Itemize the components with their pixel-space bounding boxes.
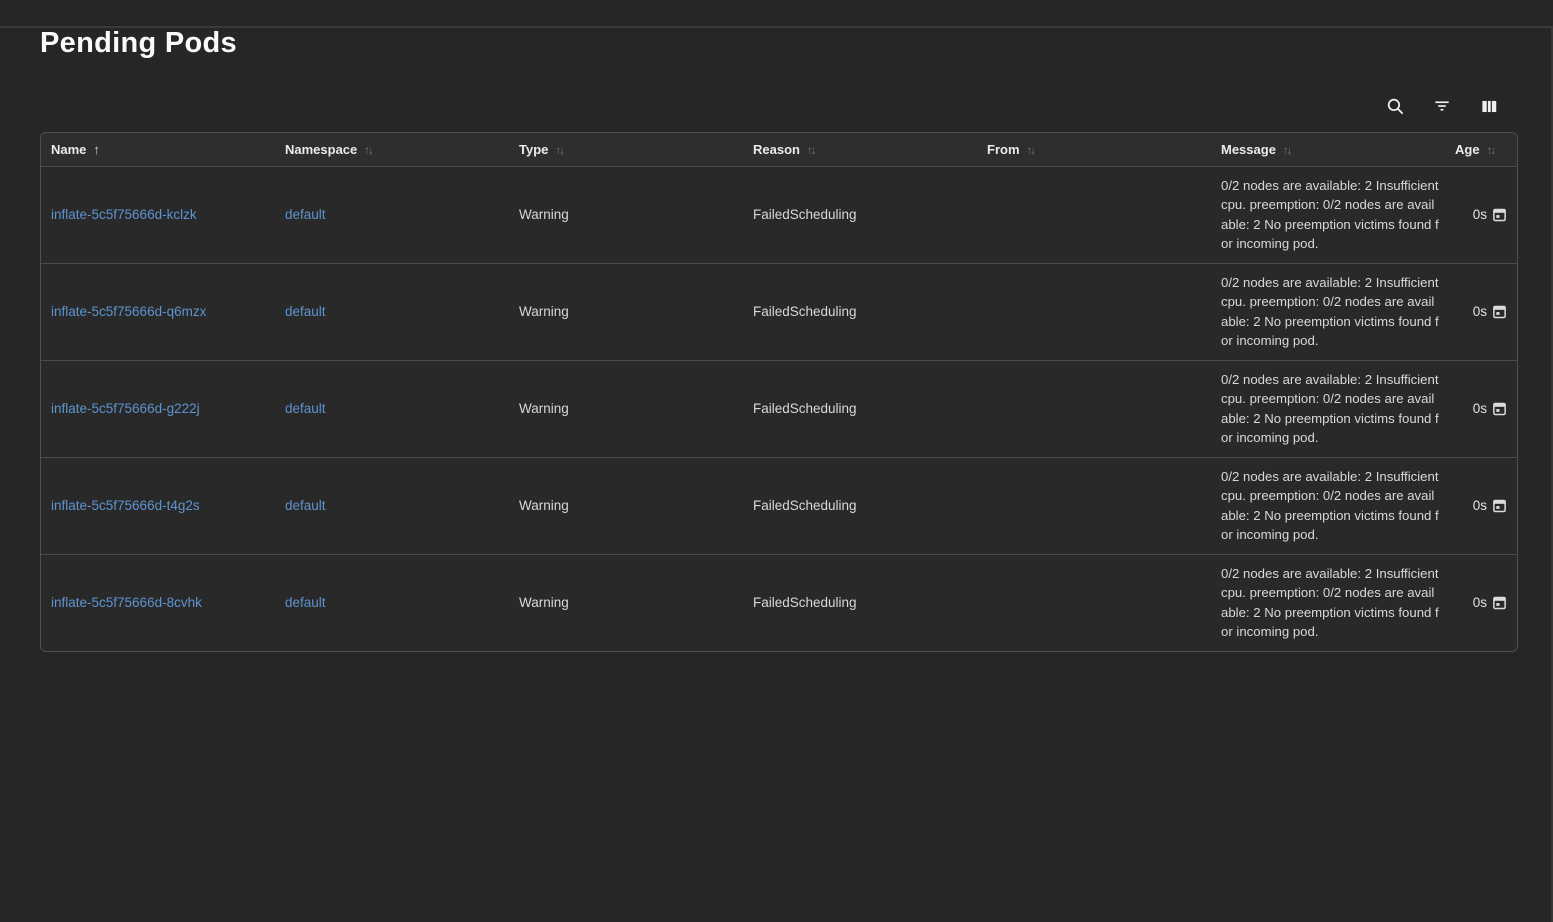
age-value: 0s [1473, 498, 1487, 513]
pending-pods-table: Name ↑ Namespace ↑↓ Type ↑↓ Reason ↑↓ From ↑↓… [40, 132, 1518, 652]
sort-arrows-icon: ↑↓ [555, 145, 563, 157]
cell-namespace: default [275, 457, 509, 554]
columns-icon [1480, 97, 1499, 116]
pod-name-link[interactable]: inflate-5c5f75666d-q6mzx [51, 304, 206, 319]
cell-name: inflate-5c5f75666d-8cvhk [41, 554, 275, 651]
cell-reason: FailedScheduling [743, 457, 977, 554]
age-value: 0s [1473, 304, 1487, 319]
message-text: 0/2 nodes are available: 2 Insufficient … [1221, 273, 1441, 351]
column-header-label: Namespace [285, 142, 357, 157]
cell-from [977, 457, 1211, 554]
table-header-row: Name ↑ Namespace ↑↓ Type ↑↓ Reason ↑↓ From ↑↓… [41, 133, 1517, 166]
pod-name-link[interactable]: inflate-5c5f75666d-t4g2s [51, 498, 200, 513]
column-header-type[interactable]: Type ↑↓ [509, 133, 743, 166]
filter-icon [1432, 96, 1452, 116]
sort-arrows-icon: ↑↓ [1283, 145, 1291, 157]
namespace-link[interactable]: default [285, 595, 326, 610]
calendar-icon [1492, 498, 1507, 513]
search-icon [1385, 96, 1406, 117]
cell-name: inflate-5c5f75666d-g222j [41, 360, 275, 457]
cell-message: 0/2 nodes are available: 2 Insufficient … [1211, 263, 1445, 360]
column-header-name[interactable]: Name ↑ [41, 133, 275, 166]
cell-reason: FailedScheduling [743, 360, 977, 457]
age-value: 0s [1473, 207, 1487, 222]
table-row: inflate-5c5f75666d-kclzk default Warning… [41, 166, 1517, 263]
page-top-edge [0, 26, 1553, 28]
cell-type: Warning [509, 263, 743, 360]
namespace-link[interactable]: default [285, 498, 326, 513]
column-header-label: Message [1221, 142, 1276, 157]
cell-reason: FailedScheduling [743, 263, 977, 360]
column-header-reason[interactable]: Reason ↑↓ [743, 133, 977, 166]
cell-type: Warning [509, 360, 743, 457]
pod-name-link[interactable]: inflate-5c5f75666d-g222j [51, 401, 200, 416]
sort-arrows-icon: ↑↓ [1027, 145, 1035, 157]
pod-name-link[interactable]: inflate-5c5f75666d-8cvhk [51, 595, 202, 610]
cell-message: 0/2 nodes are available: 2 Insufficient … [1211, 457, 1445, 554]
page-title: Pending Pods [40, 26, 1553, 60]
table-row: inflate-5c5f75666d-8cvhk default Warning… [41, 554, 1517, 651]
age-value: 0s [1473, 401, 1487, 416]
message-text: 0/2 nodes are available: 2 Insufficient … [1221, 370, 1441, 448]
cell-age: 0s [1445, 263, 1517, 360]
column-header-age[interactable]: Age ↑↓ [1445, 133, 1517, 166]
column-header-label: Name [51, 142, 86, 157]
column-header-label: Age [1455, 142, 1480, 157]
calendar-icon [1492, 595, 1507, 610]
table-row: inflate-5c5f75666d-t4g2s default Warning… [41, 457, 1517, 554]
cell-from [977, 360, 1211, 457]
cell-type: Warning [509, 457, 743, 554]
cell-type: Warning [509, 166, 743, 263]
cell-message: 0/2 nodes are available: 2 Insufficient … [1211, 360, 1445, 457]
cell-from [977, 554, 1211, 651]
cell-reason: FailedScheduling [743, 554, 977, 651]
column-header-message[interactable]: Message ↑↓ [1211, 133, 1445, 166]
column-header-label: Reason [753, 142, 800, 157]
namespace-link[interactable]: default [285, 304, 326, 319]
cell-namespace: default [275, 166, 509, 263]
table-toolbar [0, 94, 1502, 118]
column-header-namespace[interactable]: Namespace ↑↓ [275, 133, 509, 166]
calendar-icon [1492, 304, 1507, 319]
sort-arrow-up-icon: ↑ [93, 142, 100, 157]
sort-arrows-icon: ↑↓ [1487, 145, 1495, 157]
cell-message: 0/2 nodes are available: 2 Insufficient … [1211, 166, 1445, 263]
cell-name: inflate-5c5f75666d-t4g2s [41, 457, 275, 554]
calendar-icon [1492, 207, 1507, 222]
cell-age: 0s [1445, 457, 1517, 554]
sort-arrows-icon: ↑↓ [364, 145, 372, 157]
age-value: 0s [1473, 595, 1487, 610]
cell-from [977, 263, 1211, 360]
cell-message: 0/2 nodes are available: 2 Insufficient … [1211, 554, 1445, 651]
filter-button[interactable] [1429, 93, 1455, 119]
column-header-from[interactable]: From ↑↓ [977, 133, 1211, 166]
column-header-label: Type [519, 142, 548, 157]
calendar-icon [1492, 401, 1507, 416]
table-row: inflate-5c5f75666d-q6mzx default Warning… [41, 263, 1517, 360]
message-text: 0/2 nodes are available: 2 Insufficient … [1221, 176, 1441, 254]
cell-namespace: default [275, 554, 509, 651]
search-button[interactable] [1382, 93, 1408, 119]
table-row: inflate-5c5f75666d-g222j default Warning… [41, 360, 1517, 457]
cell-type: Warning [509, 554, 743, 651]
cell-namespace: default [275, 263, 509, 360]
cell-from [977, 166, 1211, 263]
cell-age: 0s [1445, 166, 1517, 263]
namespace-link[interactable]: default [285, 207, 326, 222]
sort-arrows-icon: ↑↓ [807, 145, 815, 157]
cell-namespace: default [275, 360, 509, 457]
columns-button[interactable] [1476, 93, 1502, 119]
pod-name-link[interactable]: inflate-5c5f75666d-kclzk [51, 207, 197, 222]
message-text: 0/2 nodes are available: 2 Insufficient … [1221, 467, 1441, 545]
cell-name: inflate-5c5f75666d-q6mzx [41, 263, 275, 360]
message-text: 0/2 nodes are available: 2 Insufficient … [1221, 564, 1441, 642]
cell-name: inflate-5c5f75666d-kclzk [41, 166, 275, 263]
cell-reason: FailedScheduling [743, 166, 977, 263]
namespace-link[interactable]: default [285, 401, 326, 416]
cell-age: 0s [1445, 360, 1517, 457]
cell-age: 0s [1445, 554, 1517, 651]
column-header-label: From [987, 142, 1020, 157]
